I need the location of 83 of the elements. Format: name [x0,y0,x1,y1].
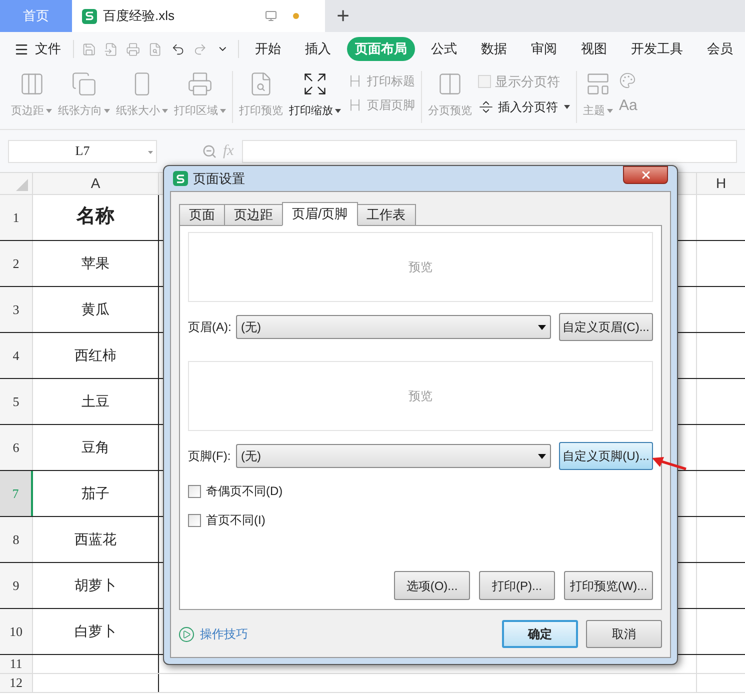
row-header[interactable]: 10 [0,609,33,654]
ribbon-button[interactable]: 打印缩放 [289,71,341,120]
ok-button[interactable]: 确定 [502,620,578,648]
select-all-icon[interactable] [16,179,28,191]
dialog-button[interactable]: 打印(P)... [479,571,555,600]
dropdown-caret-icon [538,324,546,330]
spreadsheet-icon [82,8,97,24]
dropdown-caret-icon [538,454,546,458]
ribbon-tab[interactable]: 插入 [297,37,340,61]
row-header[interactable]: 3 [0,287,33,332]
zoom-icon[interactable] [202,144,217,158]
dialog-tab[interactable]: 页眉/页脚 [282,202,358,226]
row-header[interactable]: 8 [0,517,33,562]
tips-link[interactable]: 操作技巧 [200,625,248,643]
column-header[interactable]: H [697,173,745,194]
monitor-icon [265,10,277,22]
pointer-arrow [651,456,687,472]
table-cell-text: 苹果 [82,254,110,273]
file-menu[interactable]: 文件 [14,39,61,59]
dialog-button[interactable]: 打印预览(W)... [564,571,653,600]
close-icon [640,169,652,181]
ribbon-tab[interactable]: 审阅 [523,37,566,61]
table-cell-text: 土豆 [82,392,110,411]
ribbon-icon [187,71,213,97]
row-header[interactable]: 1 [0,195,33,240]
preview-label: 预览 [408,388,432,405]
row-header[interactable]: 6 [0,425,33,470]
new-tab-button[interactable]: + [325,0,361,32]
close-button[interactable] [623,166,668,184]
cancel-button[interactable]: 取消 [586,620,662,648]
table-cell-text: 黄瓜 [82,300,110,319]
preview-label: 预览 [408,259,432,276]
play-icon [179,626,194,642]
row-header[interactable]: 5 [0,379,33,424]
table-cell-text: 豆角 [82,438,110,457]
menu-icon [14,42,29,56]
field-label: 页眉(A): [188,319,232,336]
table-cell-text: 名称 [76,205,114,230]
table-cell-text: 胡萝卜 [74,576,116,595]
table-cell-text: 茄子 [82,484,110,503]
checkbox-label: 奇偶页不同(D) [206,483,283,500]
dialog-title: 页面设置 [193,170,245,188]
dialog-button[interactable]: 选项(O)... [394,571,470,600]
preset-dropdown[interactable]: (无) [236,315,551,339]
row-header[interactable]: 12 [0,674,33,692]
name-box[interactable]: L7 [8,140,157,162]
table-cell-text: 白萝卜 [74,622,116,641]
table-cell-text: 西蓝花 [74,530,116,549]
field-label: 页脚(F): [188,448,232,465]
dialog-tab[interactable]: 页边距 [224,204,283,226]
custom-button[interactable]: 自定义页脚(U)... [559,442,653,470]
dialog-tab[interactable]: 页面 [179,204,225,226]
ribbon-tab[interactable]: 开始 [247,37,290,61]
file-tab-title: 百度经验.xls [103,7,174,26]
ribbon-icon [302,71,328,97]
ribbon-tab[interactable]: 开发工具 [623,37,692,61]
quick-access-icon[interactable] [170,42,185,56]
row-header[interactable]: 9 [0,563,33,608]
row-header[interactable]: 2 [0,241,33,286]
ribbon-checkbox-label: 显示分页符 [495,73,560,91]
formula-input[interactable] [242,140,737,162]
ribbon-small-button[interactable]: 插入分页符 [478,98,570,116]
ribbon-icon [437,71,463,97]
dialog-tab[interactable]: 工作表 [356,204,416,226]
checkbox-label: 首页不同(I) [206,512,266,529]
ribbon-icon [585,71,611,97]
checkbox[interactable] [188,514,201,526]
ribbon-icon [71,71,97,97]
ribbon-tab[interactable]: 公式 [423,37,466,61]
checkbox[interactable] [188,484,201,498]
custom-button[interactable]: 自定义页眉(C)... [559,313,653,341]
row-header[interactable]: 4 [0,333,33,378]
app-icon [173,171,188,186]
ribbon-tab[interactable]: 视图 [573,37,616,61]
ribbon-small-icon [478,98,494,114]
ribbon-tab[interactable]: 会员 [699,37,742,61]
table-cell-text: 西红柿 [74,346,116,365]
preset-dropdown[interactable]: (无) [236,444,551,468]
row-header[interactable]: 11 [0,655,33,673]
ribbon-tab[interactable]: 数据 [473,37,516,61]
column-header[interactable]: A [33,173,159,194]
file-tab[interactable]: 百度经验.xls [72,0,325,32]
ribbon-icon [18,71,44,97]
